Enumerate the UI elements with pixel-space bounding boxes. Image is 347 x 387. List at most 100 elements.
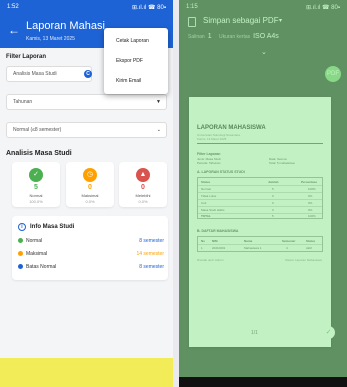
report-type-select[interactable]: Analisis Masa Studi [6,66,92,82]
row-divider [198,213,322,214]
table-cell: 1 [201,246,203,250]
clock-icon: ◷ [83,168,97,182]
dot-icon [18,251,23,257]
stat-label: Melebihi [135,193,151,198]
table-cell: Cuti [201,201,207,205]
page-indicator: 1/1 [251,330,258,336]
stat-percent: 100.0% [29,199,43,204]
table-header: No [201,239,205,243]
warning-icon: ▲ [136,168,150,182]
doc-footer-right: Sistem Laporan Mahasiswa [285,258,322,262]
table-header: Status [201,180,211,184]
pdf-file-icon [188,17,196,27]
doc-section-b: B. DAFTAR MAHASISWA [197,229,239,233]
info-title: Info Masa Studi [30,224,75,230]
copies-label: Salinan [188,34,205,40]
table-cell: 0% [308,201,313,205]
chevron-down-icon: ⌄ [156,127,161,133]
table-header: NIM [212,239,218,243]
info-icon: i [18,223,26,231]
table-cell: 4 [286,246,288,250]
list-item: Maksimal 14 semester [18,251,164,261]
download-pdf-button[interactable]: PDF [325,66,341,82]
table-cell: TOTAL [201,214,211,218]
menu-item-print[interactable]: Cetak Laporan [116,38,149,44]
table-cell: 0 [272,194,274,198]
table-header: Persentase [301,180,318,184]
table-cell: Tidak Lulus [201,194,217,198]
doc-filter-heading: Filter Laporan [197,152,221,156]
table-cell: 0 [272,208,274,212]
row-divider [198,206,322,207]
table-header: Jumlah [268,180,279,184]
table-header: Status [306,239,316,243]
table-cell: Masa Studi Habis [201,208,225,212]
status-select[interactable]: Normal (≤8 semester) ⌄ [6,122,167,138]
print-preview-page: LAPORAN MAHASISWA Universitas Teknologi … [189,97,331,347]
period-select[interactable]: Tahunan ▼ [6,94,167,110]
status-time: 1:15 [186,4,198,10]
table-cell: 100% [308,214,316,218]
filter-title: Filter Laporan [6,54,47,60]
stat-card-normal: ✓ 5 Normal 100.0% [12,162,60,207]
list-item: Normal 8 semester [18,238,164,248]
table-cell: 0% [308,208,313,212]
period-value: Tahunan [13,99,33,105]
right-screen: 1:15 ⊞.ıl.ıl ☎ 80▪ Simpan sebagai PDF ▾ … [179,0,347,387]
navigation-bar [179,377,347,387]
doc-table-status: Status Jumlah Persentase Normal 5 100% T… [197,177,323,219]
doc-title: LAPORAN MAHASISWA [197,125,266,131]
doc-section-a: A. LAPORAN STATUS STUDI [197,170,245,174]
table-cell: 5 [272,187,274,191]
info-label: Maksimal [26,251,48,257]
stat-value: 0 [88,184,92,191]
doc-date: Kamis, 13 Maret 2025 [197,137,227,141]
stat-label: Normal [29,193,43,198]
table-cell: 5 [272,214,274,218]
doc-footer-left: Dicetak oleh: Admin [197,258,224,262]
expand-options-icon[interactable]: ⌄ [261,48,267,56]
paper-size-value[interactable]: ISO A4s [253,33,279,40]
stat-card-max: ◷ 0 Maksimal 0.0% [66,162,114,207]
options-menu: Cetak Laporan Ekspor PDF Kirim Email [104,28,168,94]
left-screen: 1:52 ⊞.ıl.ıl ☎ 80▪ ← Laporan Mahasi Kami… [0,0,173,387]
info-label: Normal [26,238,43,244]
doc-filter-text: Periode: Tahunan [197,161,221,165]
table-header: Nama [244,239,253,243]
printer-select[interactable]: Simpan sebagai PDF [203,16,279,25]
list-item: Batas Normal 8 semester [18,264,164,274]
doc-table-students: No NIM Nama Semester Status 1 20210001 M… [197,236,323,252]
page-title: Laporan Mahasi [26,20,105,32]
arrow-left-icon[interactable]: ← [8,23,20,37]
table-cell: Aktif [306,246,312,250]
info-card: i Info Masa Studi Normal 8 semester Maks… [12,216,168,280]
paper-size-label: Ukuran kertas [218,34,251,40]
stat-percent: 0.0% [138,199,148,204]
menu-item-export-pdf[interactable]: Ekspor PDF [116,58,143,64]
stat-value: 0 [141,184,145,191]
divider [197,143,323,144]
table-cell: Normal [201,187,211,191]
copies-value[interactable]: 1 [208,33,212,40]
table-header: Semester [282,239,296,243]
table-cell: 100% [308,187,316,191]
analysis-title: Analisis Masa Studi [6,150,72,157]
row-divider [198,192,322,193]
row-divider [198,185,322,186]
info-label: Batas Normal [26,264,57,270]
info-value: 14 semester [136,251,164,257]
chevron-down-icon[interactable]: ▾ [279,17,282,24]
status-value: Normal (≤8 semester) [13,127,62,133]
report-type-badge: C [84,70,92,78]
row-divider [198,244,322,245]
menu-item-send-email[interactable]: Kirim Email [116,78,141,84]
stat-percent: 0.0% [85,199,95,204]
status-time: 1:52 [7,4,19,10]
table-cell: Mahasiswa 1 [244,246,262,250]
chevron-down-icon: ▼ [156,99,161,105]
table-cell: 0% [308,194,313,198]
print-options: Salinan 1 Ukuran kertas ISO A4s [188,33,285,40]
check-icon[interactable]: ✓ [322,326,335,339]
stat-card-exceeded: ▲ 0 Melebihi 0.0% [119,162,167,207]
stat-value: 5 [34,184,38,191]
